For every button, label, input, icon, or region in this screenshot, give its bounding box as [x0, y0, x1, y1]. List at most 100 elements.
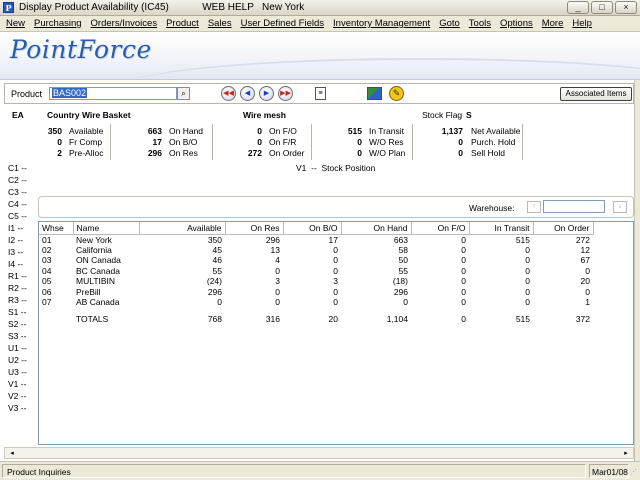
table-row[interactable]: 04 BC Canada 55 0 0 55 0 0 0: [39, 266, 593, 277]
last-record-icon[interactable]: ▶▶: [278, 86, 293, 101]
cell-on-order: 1: [585, 297, 590, 308]
view-i4[interactable]: I4 --: [8, 259, 23, 269]
scroll-right-icon[interactable]: ▸: [621, 449, 631, 458]
first-record-icon[interactable]: ◀◀: [221, 86, 236, 101]
view-c1[interactable]: C1 --: [8, 163, 27, 173]
totals-on-fo: 0: [461, 313, 466, 324]
table-row[interactable]: 01 New York 350 296 17 663 0 515 272: [39, 234, 593, 245]
app-icon: P: [3, 2, 14, 13]
view-c3[interactable]: C3 --: [8, 187, 27, 197]
warehouse-up-icon[interactable]: ↑: [527, 201, 541, 213]
cell-on-res: 0: [275, 286, 280, 297]
view-s2[interactable]: S2 --: [8, 319, 26, 329]
warehouse-down-icon[interactable]: ↓: [613, 201, 627, 213]
menu-new[interactable]: New: [6, 18, 25, 29]
menu-tools[interactable]: Tools: [469, 18, 491, 29]
scroll-left-icon[interactable]: ◂: [7, 449, 17, 458]
column-header-name[interactable]: Name: [73, 222, 140, 235]
view-i3[interactable]: I3 --: [8, 247, 23, 257]
view-v2[interactable]: V2 --: [8, 391, 26, 401]
view-u2[interactable]: U2 --: [8, 355, 27, 365]
cell-on-hand: 663: [393, 234, 408, 245]
status-date: Mar01/08: [589, 464, 629, 478]
menu-help[interactable]: Help: [572, 18, 592, 29]
cell-on-bo: 0: [333, 297, 338, 308]
cell-whse: 02: [42, 244, 52, 255]
maximize-button[interactable]: □: [591, 1, 613, 14]
view-s3[interactable]: S3 --: [8, 331, 26, 341]
summary-value: 17: [152, 137, 162, 147]
menu-more[interactable]: More: [542, 18, 564, 29]
summary-label: W/O Plan: [369, 148, 406, 158]
summary-label: Fr Comp: [69, 137, 103, 147]
column-header-on-order[interactable]: On Order: [533, 222, 594, 235]
menu-orders-invoices[interactable]: Orders/Invoices: [91, 18, 158, 29]
table-row[interactable]: 06 PreBill 296 0 0 296 0 0 0: [39, 287, 593, 298]
resize-grip-icon[interactable]: ⋰: [630, 468, 639, 479]
menu-user-defined-fields[interactable]: User Defined Fields: [241, 18, 324, 29]
column-header-on-fo[interactable]: On F/O: [411, 222, 470, 235]
stamp-icon[interactable]: ✎: [389, 86, 404, 101]
menu-goto[interactable]: Goto: [439, 18, 460, 29]
cell-available: (24): [206, 276, 222, 287]
map-icon[interactable]: [367, 87, 382, 100]
menu-sales[interactable]: Sales: [208, 18, 232, 29]
column-header-on-bo[interactable]: On B/O: [283, 222, 342, 235]
view-r2[interactable]: R2 --: [8, 283, 27, 293]
notes-icon[interactable]: ≡: [315, 87, 326, 100]
close-button[interactable]: ×: [615, 1, 637, 14]
table-row[interactable]: 05 MULTIBIN (24) 3 3 (18) 0 0 20: [39, 276, 593, 287]
previous-record-icon[interactable]: ◀: [240, 86, 255, 101]
minimize-button[interactable]: _: [567, 1, 589, 14]
view-i1[interactable]: I1 --: [8, 223, 23, 233]
column-header-on-hand[interactable]: On Hand: [341, 222, 412, 235]
view-i2[interactable]: I2 --: [8, 235, 23, 245]
column-header-in-transit[interactable]: In Transit: [469, 222, 534, 235]
summary-value: 0: [57, 137, 62, 147]
cell-on-bo: 17: [328, 234, 338, 245]
menu-options[interactable]: Options: [500, 18, 533, 29]
summary-value: 272: [247, 148, 262, 158]
status-bar: Product Inquiries Mar01/08 ⋰: [0, 461, 640, 480]
menu-inventory-management[interactable]: Inventory Management: [333, 18, 430, 29]
warehouse-input[interactable]: [543, 200, 605, 213]
cell-available: 46: [212, 255, 222, 266]
cell-name: MULTIBIN: [76, 276, 116, 287]
summary-value: 2: [57, 148, 62, 158]
cell-whse: 04: [42, 265, 52, 276]
view-u3[interactable]: U3 --: [8, 367, 27, 377]
cell-on-order: 67: [580, 255, 590, 266]
stock-flag-label: Stock Flag: [422, 110, 463, 120]
cell-name: PreBill: [76, 286, 101, 297]
menu-product[interactable]: Product: [166, 18, 199, 29]
table-row[interactable]: 07 AB Canada 0 0 0 0 0 0 1: [39, 297, 593, 308]
table-row[interactable]: 02 California 45 13 0 58 0 0 12: [39, 245, 593, 256]
horizontal-scrollbar[interactable]: ◂ ▸: [4, 447, 634, 459]
view-c4[interactable]: C4 --: [8, 199, 27, 209]
column-header-on-res[interactable]: On Res: [225, 222, 284, 235]
view-r1[interactable]: R1 --: [8, 271, 27, 281]
cell-on-hand: 0: [403, 297, 408, 308]
view-c2[interactable]: C2 --: [8, 175, 27, 185]
product-input[interactable]: BAS002: [49, 87, 177, 100]
next-record-icon[interactable]: ▶: [259, 86, 274, 101]
column-header-available[interactable]: Available: [139, 222, 226, 235]
stock-position-grid[interactable]: Whse Name Available On Res On B/O On Han…: [38, 221, 634, 445]
cell-in-transit: 0: [525, 286, 530, 297]
column-header-whse[interactable]: Whse: [39, 222, 74, 235]
totals-row: TOTALS 768 316 20 1,104 0 515 372: [39, 308, 593, 324]
product-search-icon[interactable]: ⌕: [177, 87, 190, 100]
view-v3[interactable]: V3 --: [8, 403, 26, 413]
warehouse-filter-panel: Warehouse: ↑ ↓: [38, 196, 634, 218]
cell-on-hand: 296: [393, 286, 408, 297]
view-s1[interactable]: S1 --: [8, 307, 26, 317]
view-u1[interactable]: U1 --: [8, 343, 27, 353]
totals-on-order: 372: [575, 313, 590, 324]
view-c5[interactable]: C5 --: [8, 211, 27, 221]
associated-items-button[interactable]: Associated Items: [560, 87, 632, 101]
menu-purchasing[interactable]: Purchasing: [34, 18, 82, 29]
view-r3[interactable]: R3 --: [8, 295, 27, 305]
table-row[interactable]: 03 ON Canada 46 4 0 50 0 0 67: [39, 255, 593, 266]
view-v1[interactable]: V1 --: [8, 379, 26, 389]
menu-bar: New Purchasing Orders/Invoices Product S…: [0, 16, 640, 32]
